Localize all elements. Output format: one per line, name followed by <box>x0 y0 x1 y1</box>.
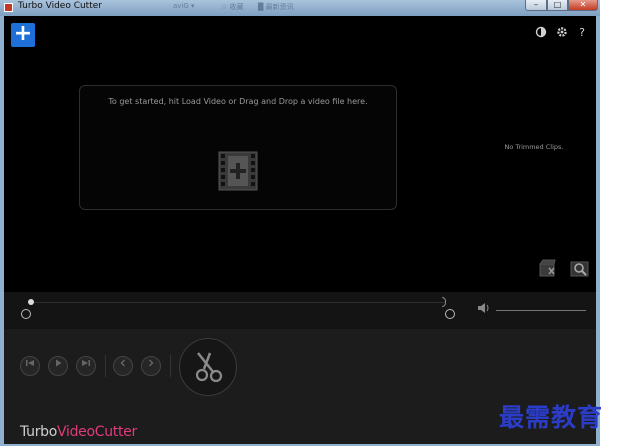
minimize-button[interactable]: – <box>525 0 547 11</box>
add-video-film-icon[interactable] <box>218 151 258 191</box>
step-back-button[interactable] <box>113 356 133 376</box>
close-button[interactable]: ✕ <box>568 0 598 11</box>
controls-divider <box>105 355 106 377</box>
app-icon <box>4 3 13 12</box>
load-video-button[interactable]: + <box>11 23 35 47</box>
end-marker-handle[interactable] <box>445 309 455 319</box>
controls-divider <box>170 355 171 377</box>
help-icon[interactable]: ? <box>575 26 589 40</box>
window-title: Turbo Video Cutter <box>18 1 102 11</box>
background-tab-text: █ 最新资讯 <box>258 3 294 11</box>
end-marker-tick[interactable] <box>442 297 446 307</box>
background-tab-text: aviG ▾ <box>173 2 195 10</box>
drop-instructions: To get started, hit Load Video or Drag a… <box>108 97 368 106</box>
step-forward-button[interactable] <box>141 356 161 376</box>
start-marker-handle[interactable] <box>21 309 31 319</box>
volume-slider[interactable] <box>496 310 586 311</box>
previous-frame-button[interactable] <box>20 356 40 376</box>
preview-clip-icon[interactable] <box>570 259 589 277</box>
play-button[interactable] <box>48 356 68 376</box>
cut-button[interactable] <box>179 338 237 396</box>
app-window: Turbo Video Cutter aviG ▾ ☆ 收藏 █ 最新资讯 – … <box>0 0 600 446</box>
logo-turbo-text: Turbo <box>20 424 58 440</box>
playhead-handle[interactable] <box>28 299 34 305</box>
logo-videocutter-text: VideoCutter <box>57 424 137 440</box>
maximize-button[interactable]: □ <box>547 0 568 11</box>
next-frame-button[interactable] <box>76 356 96 376</box>
app-client-area: + ? To get started, hit Load Video or Dr… <box>4 16 596 444</box>
delete-clip-icon[interactable] <box>539 259 557 277</box>
trimmed-clips-status: No Trimmed Clips. <box>504 143 564 151</box>
contrast-icon[interactable] <box>534 26 548 40</box>
timeline-bar[interactable] <box>4 292 596 329</box>
product-logo: TurboVideoCutter <box>20 424 137 440</box>
timeline-track[interactable] <box>32 302 446 303</box>
watermark-text: 最需教育 <box>499 403 604 432</box>
background-tab-text: ☆ 收藏 <box>221 3 244 11</box>
volume-icon[interactable] <box>478 303 490 316</box>
gear-icon[interactable] <box>555 26 569 40</box>
video-drop-zone[interactable]: To get started, hit Load Video or Drag a… <box>79 85 397 210</box>
title-bar[interactable]: Turbo Video Cutter aviG ▾ ☆ 收藏 █ 最新资讯 – … <box>0 0 600 16</box>
scissors-icon <box>195 352 223 383</box>
